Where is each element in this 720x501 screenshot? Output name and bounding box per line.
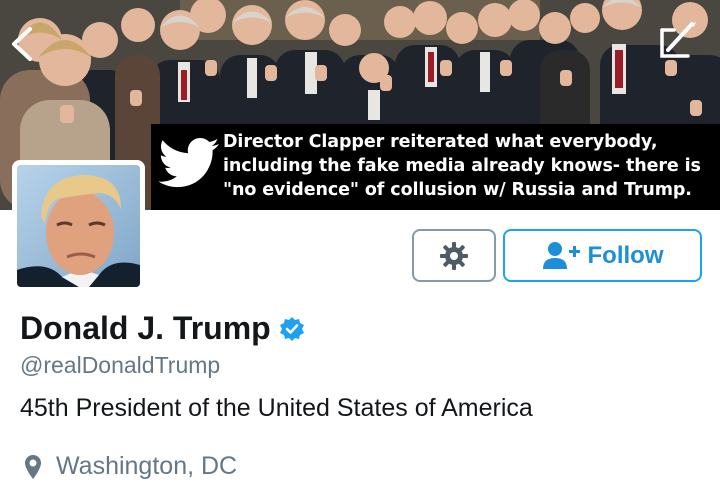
location-pin-icon	[25, 454, 41, 479]
chevron-left-icon	[12, 27, 32, 61]
follow-label: Follow	[587, 241, 664, 269]
profile-avatar[interactable]	[12, 160, 145, 292]
twitter-bird-icon	[158, 138, 219, 188]
back-button[interactable]	[8, 26, 36, 62]
profile-location: Washington, DC	[56, 452, 238, 480]
settings-button[interactable]	[412, 229, 496, 282]
profile-name-row: Donald J. Trump	[20, 310, 305, 347]
add-user-icon	[542, 241, 580, 269]
tweet-overlay: Director Clapper reiterated what everybo…	[151, 124, 720, 210]
gear-icon	[440, 241, 468, 270]
profile-name: Donald J. Trump	[20, 310, 271, 346]
edit-photo-icon	[660, 22, 696, 58]
profile-bio: 45th President of the United States of A…	[20, 394, 533, 422]
profile-location-row: Washington, DC	[24, 452, 237, 481]
tweet-line: including the fake media already knows- …	[223, 156, 701, 176]
verified-badge-icon	[279, 316, 304, 341]
edit-photo-button[interactable]	[654, 18, 702, 62]
tweet-line: "no evidence" of collusion w/ Russia and…	[223, 180, 692, 200]
profile-handle: @realDonaldTrump	[20, 352, 221, 378]
follow-button[interactable]: Follow	[503, 229, 702, 282]
tweet-line: Director Clapper reiterated what everybo…	[223, 132, 658, 152]
tweet-text: Director Clapper reiterated what everybo…	[223, 130, 718, 202]
avatar-photo	[17, 165, 140, 287]
